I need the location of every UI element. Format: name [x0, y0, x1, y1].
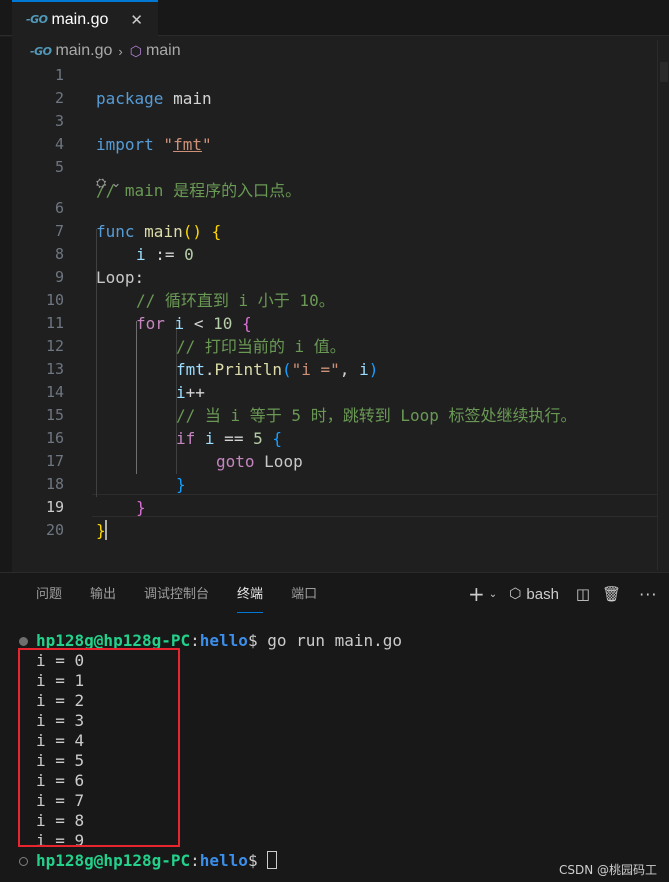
cube-icon: ⬡	[129, 42, 142, 59]
prompt-decoration-icon	[19, 857, 28, 866]
code-line-6: func main() {	[96, 222, 222, 241]
tab-debug-console[interactable]: 调试控制台	[144, 585, 209, 613]
tab-ports[interactable]: 端口	[291, 585, 317, 613]
activity-edge	[0, 37, 12, 572]
code-line-9: // 循环直到 i 小于 10。	[136, 291, 335, 310]
code-line-17: }	[176, 475, 186, 494]
indent-guide	[136, 321, 137, 474]
breadcrumb-file[interactable]: main.go	[55, 42, 112, 60]
tab-terminal[interactable]: 终端	[237, 585, 264, 613]
code-line-10: for i < 10 {	[136, 314, 252, 333]
panel-tabs: 问题 输出 调试控制台 终端 端口	[36, 585, 345, 613]
chevron-right-icon: ›	[118, 43, 123, 59]
command-decoration-icon[interactable]	[19, 637, 28, 646]
code-line-14: // 当 i 等于 5 时，跳转到 Loop 标签处继续执行。	[176, 406, 577, 425]
tab-output[interactable]: 输出	[90, 585, 116, 613]
code-line-18: }	[136, 498, 146, 517]
trash-icon[interactable]: 🗑	[602, 585, 621, 603]
add-terminal-icon[interactable]: +	[468, 582, 485, 606]
scrollbar-thumb[interactable]	[660, 62, 668, 82]
terminal-prompt-line: hp128g@hp128g-PC:hello$	[36, 851, 278, 871]
panel-toolbar: + ⌄ ⬡ bash ◫ 🗑 ···	[468, 582, 657, 606]
go-file-icon: -GO	[30, 44, 52, 58]
close-icon[interactable]: ✕	[130, 11, 143, 29]
code-line-16: goto Loop	[216, 452, 303, 471]
code-line-11: // 打印当前的 i 值。	[176, 337, 346, 356]
split-terminal-icon[interactable]: ◫	[576, 585, 590, 603]
more-actions-icon[interactable]: ···	[639, 585, 657, 604]
terminal-shell-name[interactable]: bash	[526, 586, 559, 603]
code-line-5: // main 是程序的入口点。	[96, 181, 302, 200]
code-editor[interactable]: 1 2 3 4 5 6 7 8 9 10 11 12 13 14 15 16 17 18 19 20 package …	[12, 64, 657, 570]
chevron-down-icon[interactable]: ⌄	[489, 589, 497, 600]
code-line-19: }	[96, 520, 107, 540]
code-line-1: package main	[96, 89, 212, 108]
terminal-cursor	[267, 851, 278, 869]
code-line-7: i := 0	[136, 245, 194, 264]
breadcrumb: -GO main.go › ⬡ main	[30, 40, 181, 62]
code-line-13: i++	[176, 383, 205, 402]
codelens-actions[interactable]: ⛭ ⌄	[96, 176, 121, 198]
go-file-icon: -GO	[26, 13, 48, 26]
watermark: CSDN @桃园码工	[558, 863, 657, 877]
shell-icon: ⬡	[509, 586, 522, 602]
editor-tab-bar: -GO main.go ✕	[0, 0, 669, 37]
output-highlight-box	[18, 648, 180, 847]
editor-scrollbar[interactable]	[657, 40, 669, 570]
code-line-3: import "fmt"	[96, 135, 212, 154]
code-line-8: Loop:	[96, 268, 145, 287]
tab-problems[interactable]: 问题	[36, 585, 62, 613]
text-cursor	[104, 520, 107, 540]
breadcrumb-symbol[interactable]: main	[146, 42, 181, 60]
code-line-12: fmt.Println("i =", i)	[176, 360, 379, 379]
tab-label: main.go	[51, 10, 109, 28]
tab-main-go[interactable]: -GO main.go ✕	[12, 0, 158, 37]
current-line-highlight	[92, 494, 657, 517]
code-line-15: if i == 5 {	[176, 429, 282, 448]
